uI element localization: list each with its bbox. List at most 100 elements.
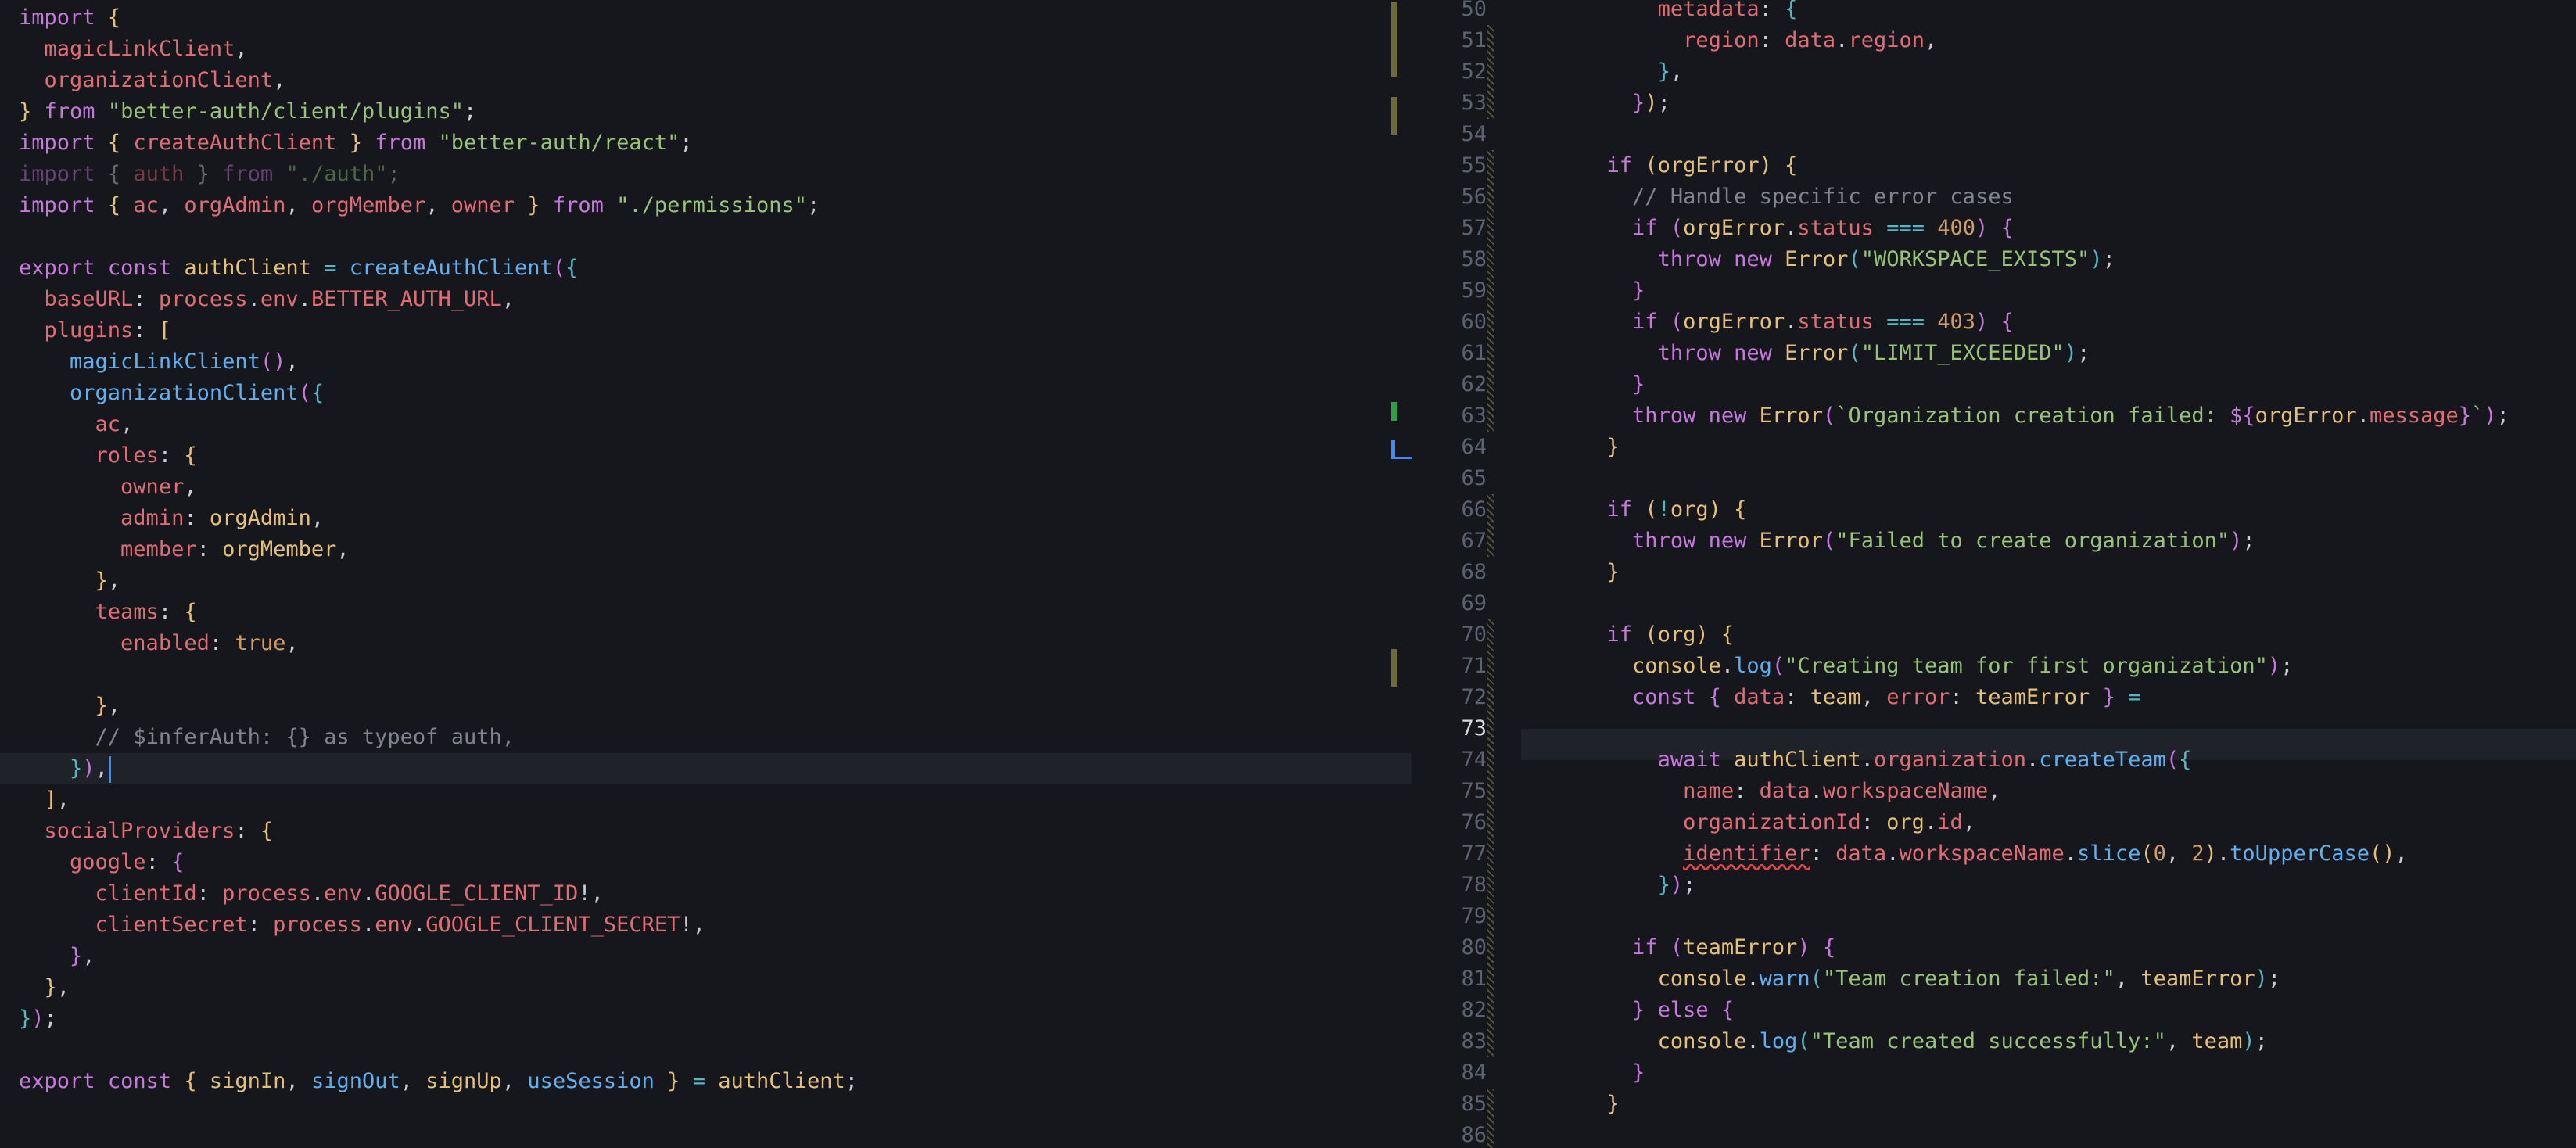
editor-pane-right[interactable]: 50 metadata: {51 region: data.region, 52 … [1412,0,2576,1148]
code-line[interactable]: import { ac, orgAdmin, orgMember, owner … [19,190,820,221]
code-line[interactable]: clientSecret: process.env.GOOGLE_CLIENT_… [19,909,705,941]
code-line[interactable]: await authClient.organization.createTeam… [1530,744,2192,776]
code-line[interactable]: }), [19,753,111,784]
code-line[interactable]: if (org) { [1530,619,1735,651]
code-line[interactable]: } [1530,1057,1645,1089]
code-line[interactable]: if (orgError) { [1530,150,1798,181]
code-editor[interactable]: import { magicLinkClient, organizationCl… [0,0,2576,1148]
git-change-marker [1487,25,1494,119]
code-line[interactable]: teams: { [19,597,197,628]
code-line[interactable]: if (orgError.status === 403) { [1530,307,2014,338]
code-token: : [133,287,159,311]
code-line[interactable]: organizationClient, [19,65,286,96]
line-number: 57 [1461,216,1487,240]
code-line[interactable]: magicLinkClient, [19,34,248,65]
code-line[interactable]: region: data.region, [1530,25,1937,56]
code-line[interactable]: }, [19,941,95,972]
code-line[interactable]: }); [1530,870,1696,901]
code-line[interactable]: throw new Error("WORKSPACE_EXISTS"); [1530,244,2115,275]
code-line[interactable]: } [1530,432,1620,463]
code-line[interactable]: member: orgMember, [19,534,350,565]
code-line[interactable]: const { data: team, error: teamError } = [1530,682,2140,713]
code-token: const [107,256,172,280]
code-line[interactable]: }, [19,972,70,1003]
code-line[interactable]: }, [19,565,121,597]
code-token: { [565,256,579,280]
code-line[interactable]: ], [19,784,70,816]
git-change-marker [1487,1089,1494,1148]
code-token: , [285,350,299,374]
code-line[interactable]: }); [19,1003,57,1035]
code-line[interactable]: // Handle specific error cases [1530,181,2014,213]
code-line[interactable]: } else { [1530,995,1734,1026]
code-line[interactable]: } [1530,275,1645,307]
code-line[interactable]: socialProviders: { [19,816,274,847]
code-line[interactable]: throw new Error(`Organization creation f… [1530,400,2510,432]
code-line[interactable]: console.log("Team created successfully:"… [1530,1026,2268,1057]
code-line[interactable]: } [1530,1089,1620,1120]
code-token: import [19,162,95,186]
code-token: teamError [1683,935,1798,960]
code-line[interactable]: } [1530,369,1645,400]
code-line[interactable]: clientId: process.env.GOOGLE_CLIENT_ID!, [19,878,604,909]
code-line[interactable]: } [1530,557,1620,588]
code-token: , [1962,810,1975,834]
code-token: . [1860,748,1874,772]
code-line[interactable]: roles: { [19,440,197,472]
code-line[interactable]: throw new Error("Failed to create organi… [1530,526,2255,557]
code-token: organizationId [1683,810,1861,834]
code-line[interactable]: organizationClient({ [19,378,324,409]
code-line[interactable]: google: { [19,847,184,878]
code-line[interactable]: admin: orgAdmin, [19,503,324,534]
code-line[interactable]: identifier: data.workspaceName.slice(0, … [1530,838,2408,870]
code-token: , [158,193,185,217]
code-line[interactable]: }, [1530,56,1684,88]
code-token: } [70,756,83,780]
code-line[interactable]: organizationId: org.id, [1530,807,1975,838]
code-token: } [184,162,223,186]
code-token: process [273,913,362,937]
code-token: "Creating team for first organization" [1785,654,2268,678]
code-line[interactable]: owner, [19,472,197,503]
code-line[interactable]: throw new Error("LIMIT_EXCEEDED"); [1530,338,2090,369]
code-line[interactable]: export const authClient = createAuthClie… [19,253,578,284]
editor-pane-left[interactable]: import { magicLinkClient, organizationCl… [0,0,1412,1148]
code-line[interactable]: if (orgError.status === 400) { [1530,213,2014,244]
code-token: = [2128,685,2141,709]
code-token: // $inferAuth: {} as typeof auth, [95,725,515,749]
line-number: 73 [1461,716,1487,741]
code-token: clientId [95,881,197,906]
code-line[interactable]: }, [19,691,121,722]
code-line[interactable]: import { [19,2,120,34]
code-line[interactable]: import { createAuthClient } from "better… [19,127,693,159]
code-line[interactable]: magicLinkClient(), [19,346,299,378]
code-line[interactable]: import { auth } from "./auth"; [19,159,400,190]
code-line[interactable]: enabled: true, [19,628,299,659]
code-token: ; [845,1069,859,1093]
code-line[interactable]: export const { signIn, signOut, signUp, … [19,1066,858,1097]
code-line[interactable]: } from "better-auth/client/plugins"; [19,96,476,127]
code-line[interactable]: metadata: { [1530,0,1798,25]
code-line[interactable]: console.log("Creating team for first org… [1530,651,2293,682]
code-line[interactable]: }); [1530,88,1670,119]
code-line[interactable]: name: data.workspaceName, [1530,776,2000,807]
code-line[interactable]: console.warn("Team creation failed:", te… [1530,963,2281,995]
line-number: 58 [1461,247,1487,271]
code-token: : [247,913,274,937]
code-line[interactable]: // $inferAuth: {} as typeof auth, [19,722,515,753]
code-line[interactable]: baseURL: process.env.BETTER_AUTH_URL, [19,284,515,315]
scrollbar-marker [1391,402,1397,421]
code-line[interactable]: plugins: [ [19,315,172,346]
code-line[interactable]: if (!org) { [1530,494,1747,526]
code-token: !, [578,881,604,906]
code-line[interactable]: ac, [19,409,134,440]
code-token: ) [1975,216,1989,240]
code-line[interactable]: if (teamError) { [1530,932,1835,963]
